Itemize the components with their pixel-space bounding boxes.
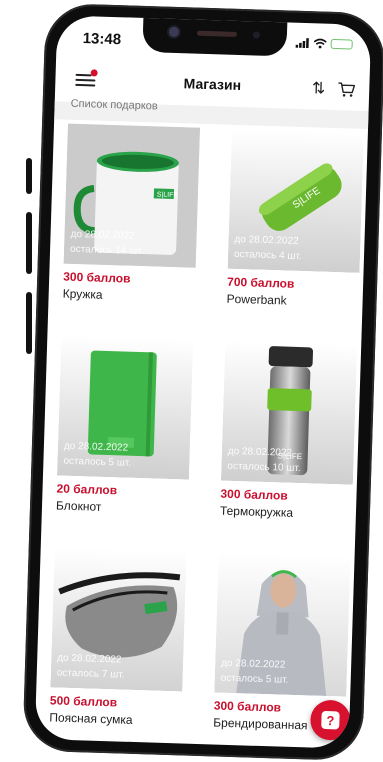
product-card-thermomug[interactable]: S|LIFE до 28.02.2022 осталось 10 шт. 300… [220,340,358,520]
product-name: Кружка [62,286,103,302]
cart-icon[interactable] [337,81,356,98]
product-name: Поясная сумка [49,710,133,727]
status-bar: 13:48 [56,15,371,65]
signal-icon [295,38,309,49]
sort-icon[interactable]: ⇅ [312,78,326,98]
product-stock: осталось 10 шт. [227,460,301,475]
product-name: Блокнот [55,498,102,514]
product-card-powerbank[interactable]: S|LIFE до 28.02.2022 осталось 4 шт. 700 … [226,128,364,308]
product-expiry: до 28.02.2022 [63,440,129,454]
volume-up-button [26,212,32,274]
product-image: до 28.02.2022 осталось 5 шт. [56,335,194,480]
product-price: 20 баллов [56,481,118,498]
camera-icon [168,26,180,38]
product-stock: осталось 7 шт. [56,667,125,681]
sensor-icon [252,31,261,39]
product-price: 300 баллов [220,486,288,503]
product-image: до 28.02.2022 осталось 7 шт. [50,547,187,692]
product-expiry: до 28.02.2022 [57,652,122,666]
wifi-icon [313,38,327,49]
battery-icon [330,38,353,50]
product-image: S|LIFE до 28.02.2022 осталось 14 шт. [63,123,200,268]
svg-text:S|LIFE: S|LIFE [157,191,179,199]
product-stock: осталось 4 шт. [233,248,302,263]
phone-screen: 13:48 Магазин ⇅ Список подарков S|LIFE д… [34,15,372,749]
product-expiry: до 28.02.2022 [70,228,135,242]
help-icon: ? [321,710,340,730]
volume-down-button [26,292,32,354]
product-price: 700 баллов [226,274,295,291]
speaker-icon [196,30,238,37]
product-card-notebook[interactable]: до 28.02.2022 осталось 5 шт. 20 баллов Б… [56,335,194,514]
product-price: 300 баллов [213,698,282,715]
product-stock: осталось 14 шт. [69,243,144,258]
product-expiry: до 28.02.2022 [234,233,299,247]
product-image: S|LIFE до 28.02.2022 осталось 4 шт. [227,128,364,273]
gift-list-label: Список подарков [70,97,158,113]
product-card-hoodie[interactable]: до 28.02.2022 осталось 5 шт. 300 баллов … [213,552,351,732]
product-card-mug[interactable]: S|LIFE до 28.02.2022 осталось 14 шт. 300… [62,123,200,302]
product-stock: осталось 5 шт. [63,455,132,469]
product-image: S|LIFE до 28.02.2022 осталось 10 шт. [220,340,358,485]
product-card-waist-bag[interactable]: до 28.02.2022 осталось 7 шт. 500 баллов … [49,547,187,727]
product-image: до 28.02.2022 осталось 5 шт. [214,552,351,697]
product-expiry: до 28.02.2022 [227,445,293,459]
product-name: Powerbank [226,291,287,308]
product-expiry: до 28.02.2022 [221,657,286,671]
product-name: Брендированная [213,715,308,733]
product-price: 300 баллов [63,269,131,286]
product-price: 500 баллов [49,693,118,710]
system-icons [295,38,353,50]
notch [142,15,288,57]
product-stock: осталось 5 шт. [220,672,289,686]
mute-switch [26,158,32,194]
status-time: 13:48 [82,30,122,49]
product-name: Термокружка [219,503,294,520]
